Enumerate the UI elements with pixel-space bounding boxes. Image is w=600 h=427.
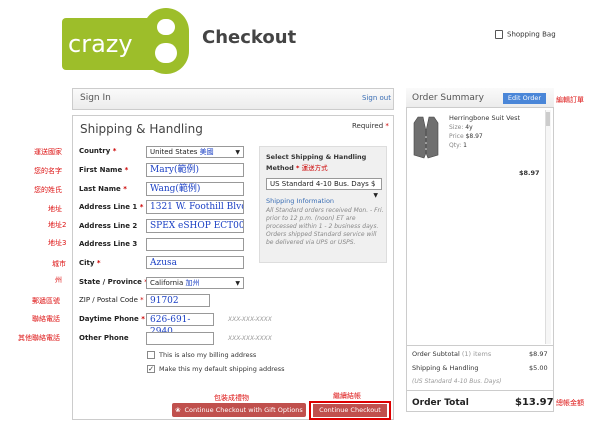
signin-label: Sign In — [80, 93, 111, 103]
gift-icon: ❀ — [175, 406, 181, 414]
annotation-country: 運送國家 — [34, 148, 62, 156]
address3-input[interactable] — [146, 238, 244, 251]
signout-link[interactable]: Sign out — [362, 94, 391, 102]
annotation-continue: 繼續結帳 — [333, 392, 361, 400]
edit-order-button[interactable]: Edit Order — [503, 93, 546, 104]
subtotal-label: Order Subtotal (1) items — [412, 350, 492, 358]
summary-divider — [406, 345, 554, 346]
annotation-last-name: 您的姓氏 — [34, 186, 62, 194]
shopping-bag-link[interactable]: Shopping Bag — [495, 30, 556, 39]
chevron-down-icon: ▼ — [373, 192, 378, 199]
item-name: Herringbone Suit Vest — [449, 114, 520, 122]
last-name-label: Last Name * — [79, 185, 127, 193]
annotation-address3: 地址3 — [48, 239, 67, 247]
daytime-phone-format: XXX-XXX-XXXX — [228, 316, 272, 323]
billing-checkbox[interactable] — [147, 351, 155, 359]
annotation-first-name: 您的名字 — [34, 167, 62, 175]
annotation-gift: 包裝成禮物 — [214, 394, 249, 402]
shipping-info-title: Shipping Information — [266, 197, 335, 205]
item-price: Price $8.97 — [449, 133, 483, 140]
annotation-city: 城市 — [52, 260, 66, 268]
summary-divider — [406, 390, 554, 391]
product-vest-image[interactable] — [412, 115, 440, 159]
address1-label: Address Line 1 * — [79, 203, 144, 211]
item-size: Size: 4y — [449, 124, 473, 131]
shipping-value: $5.00 — [529, 364, 548, 372]
state-select[interactable]: California 加州 ▼ — [146, 277, 244, 289]
city-input[interactable]: Azusa — [146, 256, 244, 269]
annotation-other-phone: 其他聯絡電話 — [18, 334, 60, 342]
continue-with-gift-button[interactable]: ❀ Continue Checkout with Gift Options — [172, 403, 306, 417]
chevron-down-icon: ▼ — [235, 280, 240, 287]
chevron-down-icon: ▼ — [235, 149, 240, 156]
address3-label: Address Line 3 — [79, 240, 138, 248]
item-qty: Qty: 1 — [449, 142, 467, 149]
shipping-method-summary: (US Standard 4-10 Bus. Days) — [412, 378, 502, 385]
annotation-address2: 地址2 — [48, 221, 67, 229]
annotation-state: 州 — [55, 276, 62, 284]
logo-eight-icon — [143, 8, 189, 74]
signin-bar — [72, 88, 394, 110]
zip-label: ZIP / Postal Code * — [79, 296, 144, 304]
page-title: Checkout — [202, 27, 297, 48]
other-phone-format: XXX-XXX-XXXX — [228, 335, 272, 342]
daytime-phone-label: Daytime Phone * — [79, 315, 145, 323]
default-address-checkbox[interactable]: ✓ — [147, 365, 155, 373]
annotation-phone: 聯絡電話 — [32, 315, 60, 323]
address2-label: Address Line 2 — [79, 222, 138, 230]
logo-text: crazy — [68, 30, 133, 58]
annotation-total: 總帳金額 — [556, 399, 584, 407]
other-phone-label: Other Phone — [79, 334, 129, 342]
first-name-label: First Name * — [79, 166, 129, 174]
shopping-bag-icon — [495, 30, 503, 39]
shipping-label: Shipping & Handling — [412, 364, 479, 372]
zip-input[interactable]: 91702 — [146, 294, 210, 307]
order-summary-title: Order Summary — [412, 93, 484, 103]
shipping-title: Shipping & Handling — [80, 122, 203, 136]
order-total-label: Order Total — [412, 398, 469, 408]
other-phone-input[interactable] — [146, 332, 214, 345]
item-line-total: $8.97 — [519, 169, 540, 177]
subtotal-value: $8.97 — [529, 350, 548, 358]
required-note: Required * — [352, 122, 389, 130]
required-label: Required — [352, 122, 384, 130]
annotation-address: 地址 — [48, 205, 62, 213]
annotation-edit-order: 編輯訂單 — [556, 96, 584, 104]
country-select[interactable]: United States 美國 ▼ — [146, 146, 244, 158]
continue-checkout-button[interactable]: Continue Checkout — [313, 404, 387, 417]
shipping-method-title: Select Shipping & Handling Method * 運送方式 — [266, 153, 367, 172]
state-label: State / Province * — [79, 278, 148, 286]
shipping-info-text: All Standard orders received Mon. - Fri.… — [266, 207, 384, 246]
annotation-zip: 郵遞區號 — [32, 297, 60, 305]
address2-input[interactable]: SPEX eSHOP ECT0000001 — [146, 219, 244, 233]
default-address-checkbox-label: Make this my default shipping address — [159, 365, 285, 373]
last-name-input[interactable]: Wang(範例) — [146, 182, 244, 196]
summary-scrollbar[interactable] — [545, 110, 551, 344]
city-label: City * — [79, 259, 101, 267]
summary-scrollbar-thumb[interactable] — [546, 112, 550, 126]
daytime-phone-input[interactable]: 626-691-2940 — [146, 313, 214, 337]
gift-button-label: Continue Checkout with Gift Options — [184, 406, 303, 414]
billing-checkbox-label: This is also my billing address — [159, 351, 257, 359]
shipping-method-select[interactable]: US Standard 4-10 Bus. Days $ ▼ — [266, 178, 382, 199]
order-total-value: $13.97 — [515, 397, 554, 408]
country-label: Country * — [79, 147, 117, 155]
first-name-input[interactable]: Mary(範例) — [146, 163, 244, 177]
shopping-bag-label: Shopping Bag — [507, 30, 556, 39]
address1-input[interactable]: 1321 W. Foothill Blvd. — [146, 200, 244, 214]
